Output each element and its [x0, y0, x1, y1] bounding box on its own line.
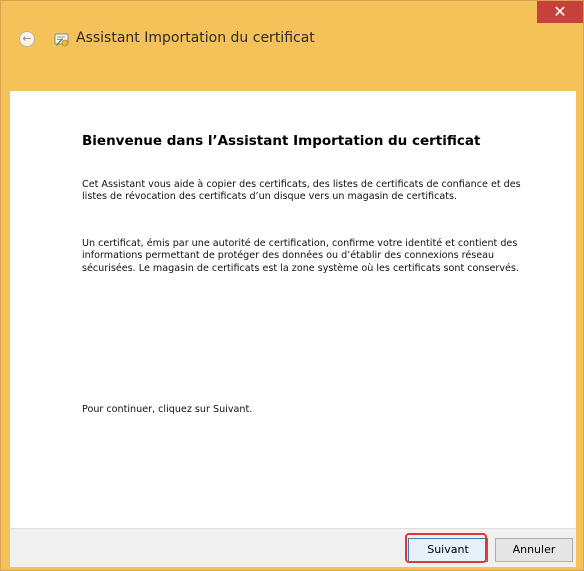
- wizard-footer: Suivant Annuler: [10, 528, 576, 567]
- certificate-description-paragraph: Un certificat, émis par une autorité de …: [82, 238, 519, 274]
- welcome-heading: Bienvenue dans l’Assistant Importation d…: [82, 133, 481, 149]
- wizard-window: ✕ ← Assistant Importation du certificat …: [0, 0, 584, 571]
- cancel-button[interactable]: Annuler: [495, 538, 573, 562]
- wizard-title: Assistant Importation du certificat: [76, 30, 315, 46]
- back-button[interactable]: ←: [19, 31, 35, 47]
- certificate-icon: [54, 33, 69, 47]
- title-bar[interactable]: ✕: [1, 1, 583, 25]
- back-arrow-icon: ←: [22, 32, 32, 45]
- intro-paragraph: Cet Assistant vous aide à copier des cer…: [82, 179, 521, 203]
- continue-instruction: Pour continuer, cliquez sur Suivant.: [82, 404, 253, 415]
- next-button-highlight: [405, 533, 487, 563]
- wizard-content: Bienvenue dans l’Assistant Importation d…: [10, 91, 576, 528]
- close-button[interactable]: ✕: [537, 1, 583, 23]
